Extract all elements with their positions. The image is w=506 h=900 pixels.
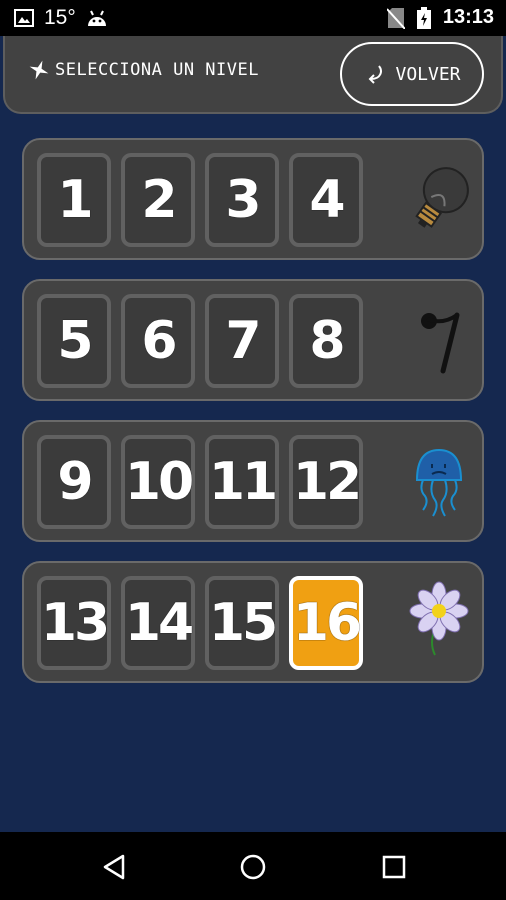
level-button-12[interactable]: 12: [289, 435, 363, 529]
sparkle-icon: [29, 60, 49, 80]
battery-charging-icon: [416, 6, 431, 29]
level-button-4[interactable]: 4: [289, 153, 363, 247]
level-button-16[interactable]: 16: [289, 576, 363, 670]
home-nav-icon[interactable]: [238, 852, 268, 882]
clock-text: 13:13: [442, 6, 494, 28]
back-nav-icon[interactable]: [99, 852, 129, 882]
level-row-4: 13 14 15 16: [22, 561, 484, 683]
level-button-10[interactable]: 10: [121, 435, 195, 529]
level-button-9[interactable]: 9: [37, 435, 111, 529]
music-rest-icon: [421, 312, 460, 374]
app-header: SELECCIONA UN NIVEL VOLVER: [3, 36, 503, 114]
level-button-14[interactable]: 14: [121, 576, 195, 670]
jellyfish-icon: [415, 448, 463, 517]
temperature-text: 15°: [44, 6, 76, 29]
level-button-5[interactable]: 5: [37, 294, 111, 388]
recents-nav-icon[interactable]: [379, 852, 409, 882]
level-button-3[interactable]: 3: [205, 153, 279, 247]
status-bar-right: 13:13: [386, 6, 494, 29]
navigation-bar: [0, 832, 506, 900]
level-button-11[interactable]: 11: [205, 435, 279, 529]
level-row-2: 5 6 7 8: [22, 279, 484, 401]
image-icon: [14, 9, 34, 27]
android-icon: [87, 10, 106, 26]
header-title-text: SELECCIONA UN NIVEL: [55, 60, 259, 80]
flower-icon: [409, 581, 469, 656]
no-sim-icon: [386, 7, 405, 29]
level-button-13[interactable]: 13: [37, 576, 111, 670]
header-title: SELECCIONA UN NIVEL: [29, 60, 259, 80]
level-button-15[interactable]: 15: [205, 576, 279, 670]
lightbulb-icon: [415, 167, 469, 228]
back-button-label: VOLVER: [395, 63, 461, 85]
level-button-8[interactable]: 8: [289, 294, 363, 388]
level-button-2[interactable]: 2: [121, 153, 195, 247]
level-button-6[interactable]: 6: [121, 294, 195, 388]
status-bar-left: 15°: [14, 6, 108, 30]
status-bar: 15° 13:13: [0, 0, 506, 36]
back-button[interactable]: VOLVER: [340, 42, 484, 106]
level-row-3: 9 10 11 12: [22, 420, 484, 542]
level-button-7[interactable]: 7: [205, 294, 279, 388]
return-arrow-icon: [369, 65, 383, 84]
level-row-1: 1 2 3 4: [22, 138, 484, 260]
level-button-1[interactable]: 1: [37, 153, 111, 247]
